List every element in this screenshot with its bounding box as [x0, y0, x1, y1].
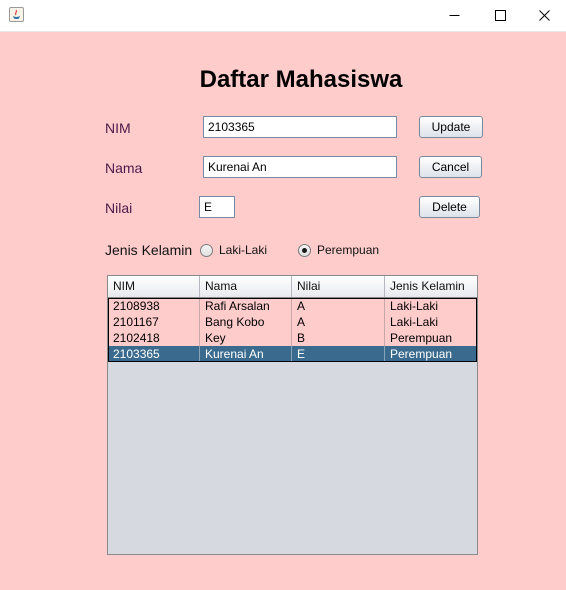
column-header-nim[interactable]: NIM [108, 276, 200, 297]
cell-nama[interactable]: Key [200, 330, 292, 346]
radio-laki-laki-indicator[interactable] [200, 243, 213, 257]
cell-nama[interactable]: Rafi Arsalan [200, 298, 292, 314]
column-header-jenis-kelamin[interactable]: Jenis Kelamin [385, 276, 477, 297]
update-button[interactable]: Update [419, 116, 483, 138]
maximize-button[interactable] [477, 0, 523, 31]
nim-field[interactable]: 2103365 [203, 116, 397, 138]
radio-perempuan-label[interactable]: Perempuan [317, 243, 379, 257]
cell-nim[interactable]: 2102418 [108, 330, 200, 346]
column-header-nilai[interactable]: Nilai [292, 276, 385, 297]
cell-nama[interactable]: Kurenai An [200, 346, 292, 362]
page-title: Daftar Mahasiswa [199, 66, 403, 93]
nilai-field[interactable]: E [199, 196, 235, 218]
cell-nilai[interactable]: E [292, 346, 385, 362]
table-row[interactable]: 2108938 Rafi Arsalan A Laki-Laki [108, 298, 477, 314]
radio-perempuan[interactable]: Perempuan [298, 243, 379, 257]
nilai-label: Nilai [105, 200, 133, 216]
cancel-button[interactable]: Cancel [419, 156, 482, 178]
table-body: 2108938 Rafi Arsalan A Laki-Laki 2101167… [108, 298, 477, 362]
nama-field[interactable]: Kurenai An [203, 156, 397, 178]
nim-label: NIM [105, 120, 131, 136]
table-row-selected[interactable]: 2103365 Kurenai An E Perempuan [108, 346, 477, 362]
column-header-nama[interactable]: Nama [200, 276, 292, 297]
cell-nim[interactable]: 2103365 [108, 346, 200, 362]
cell-nama[interactable]: Bang Kobo [200, 314, 292, 330]
delete-button[interactable]: Delete [419, 196, 480, 218]
radio-laki-laki[interactable]: Laki-Laki [200, 243, 267, 257]
form-panel: Daftar Mahasiswa NIM 2103365 Update Nama… [0, 32, 566, 590]
close-icon [538, 10, 550, 21]
cell-nilai[interactable]: A [292, 298, 385, 314]
table-row[interactable]: 2101167 Bang Kobo A Laki-Laki [108, 314, 477, 330]
radio-perempuan-indicator[interactable] [298, 243, 311, 257]
nama-label: Nama [105, 160, 143, 176]
window-titlebar [0, 0, 566, 32]
java-app-icon [9, 7, 24, 22]
close-button[interactable] [521, 0, 566, 31]
table-header: NIM Nama Nilai Jenis Kelamin [108, 276, 477, 298]
cell-jenis-kelamin[interactable]: Perempuan [385, 346, 477, 362]
minimize-icon [449, 15, 459, 16]
table-row[interactable]: 2102418 Key B Perempuan [108, 330, 477, 346]
cell-nim[interactable]: 2101167 [108, 314, 200, 330]
cell-jenis-kelamin[interactable]: Laki-Laki [385, 314, 477, 330]
cell-nilai[interactable]: B [292, 330, 385, 346]
minimize-button[interactable] [431, 0, 477, 31]
maximize-icon [494, 10, 506, 21]
cell-nim[interactable]: 2108938 [108, 298, 200, 314]
cell-jenis-kelamin[interactable]: Laki-Laki [385, 298, 477, 314]
cell-jenis-kelamin[interactable]: Perempuan [385, 330, 477, 346]
cell-nilai[interactable]: A [292, 314, 385, 330]
gender-label: Jenis Kelamin [105, 242, 193, 258]
radio-laki-laki-label[interactable]: Laki-Laki [219, 243, 267, 257]
mahasiswa-table[interactable]: NIM Nama Nilai Jenis Kelamin 2108938 Raf… [107, 275, 478, 555]
